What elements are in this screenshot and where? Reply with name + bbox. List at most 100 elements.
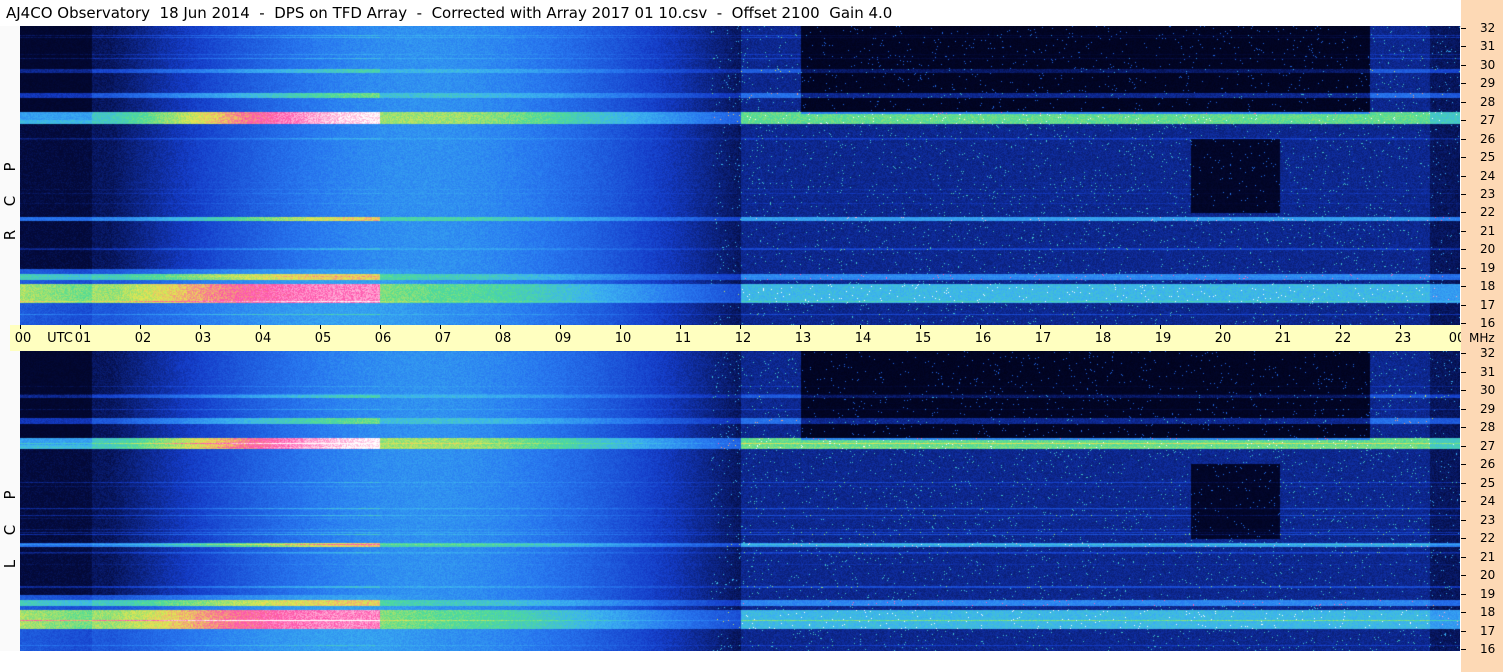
freq-tick-label: 25 [1480, 150, 1496, 165]
freq-tick-mark [1461, 630, 1466, 632]
utc-tick-label: 03 [194, 331, 212, 346]
freq-tick-mark [1461, 304, 1466, 306]
freq-tick-label: 18 [1480, 605, 1496, 619]
freq-tick-label: 18 [1480, 279, 1496, 294]
freq-tick-mark [1461, 556, 1466, 558]
utc-tick-label: 00 [14, 331, 32, 346]
utc-tick-mark [1280, 325, 1281, 329]
utc-tick-label: 12 [734, 331, 752, 346]
freq-tick-label: 25 [1480, 475, 1496, 490]
freq-tick-mark [1461, 28, 1466, 29]
utc-label: UTC [47, 331, 73, 346]
utc-tick-mark [200, 325, 201, 329]
utc-time-axis: 00 01 02 03 04 05 06 07 08 09 10 11 12 13 14 15 16 17 18 19… [10, 325, 1465, 351]
utc-tick-mark [20, 325, 21, 329]
freq-tick-label: 20 [1480, 242, 1496, 257]
freq-tick-mark [1461, 519, 1466, 521]
freq-tick-mark [1461, 286, 1466, 288]
freq-tick-mark [1461, 612, 1466, 613]
freq-tick-mark [1461, 230, 1466, 232]
freq-tick-mark [1461, 501, 1466, 502]
pol-letter-bot-3: P [1, 490, 19, 500]
lcp-spectrogram-panel [20, 351, 1460, 651]
freq-tick-label: 21 [1480, 223, 1496, 238]
utc-tick-mark [1040, 325, 1041, 329]
utc-tick-mark [980, 325, 981, 329]
utc-tick-mark [380, 325, 381, 329]
freq-tick-label: 16 [1480, 316, 1496, 330]
freq-tick-label: 23 [1480, 512, 1496, 527]
freq-tick-label: 29 [1480, 76, 1496, 91]
utc-tick-label: 17 [1034, 331, 1052, 346]
freq-tick-label: 22 [1480, 205, 1496, 220]
freq-tick-mark [1461, 649, 1466, 650]
pol-letter-bot-1: L [1, 559, 19, 569]
freq-tick-label: 28 [1480, 420, 1496, 434]
freq-tick-label: 27 [1480, 113, 1496, 128]
freq-tick-mark [1461, 371, 1466, 373]
utc-tick-label: 06 [374, 331, 392, 346]
utc-tick-label: 21 [1274, 331, 1292, 346]
utc-tick-label: 11 [674, 331, 692, 346]
freq-tick-mark [1461, 390, 1466, 391]
freq-tick-mark [1461, 482, 1466, 484]
utc-tick-mark [1100, 325, 1101, 329]
freq-tick-label: 32 [1480, 346, 1496, 360]
freq-unit-label: MHz [1469, 331, 1495, 345]
freq-tick-mark [1461, 353, 1466, 354]
freq-tick-mark [1461, 464, 1466, 465]
rcp-spectrogram-panel [20, 26, 1460, 325]
freq-tick-mark [1461, 101, 1466, 103]
freq-tick-mark [1461, 427, 1466, 428]
pol-letter-top-2: C [1, 195, 19, 207]
freq-tick-mark [1461, 538, 1466, 539]
freq-tick-label: 21 [1480, 549, 1496, 564]
freq-tick-label: 32 [1480, 21, 1496, 35]
utc-tick-label: 02 [134, 331, 152, 346]
freq-tick-label: 31 [1480, 39, 1496, 54]
freq-tick-label: 31 [1480, 364, 1496, 379]
freq-tick-label: 29 [1480, 401, 1496, 416]
utc-tick-mark [1160, 325, 1161, 329]
freq-tick-mark [1461, 408, 1466, 410]
utc-tick-mark [860, 325, 861, 329]
freq-tick-mark [1461, 175, 1466, 177]
freq-tick-mark [1461, 138, 1466, 140]
bottom-margin [0, 651, 1461, 672]
pol-letter-top-1: R [1, 229, 19, 241]
utc-tick-label: 04 [254, 331, 272, 346]
freq-tick-label: 19 [1480, 260, 1496, 275]
utc-tick-mark [800, 325, 801, 329]
utc-tick-mark [740, 325, 741, 329]
utc-tick-label: 14 [854, 331, 872, 346]
utc-tick-mark [680, 325, 681, 329]
freq-tick-label: 24 [1480, 168, 1496, 183]
freq-tick-label: 19 [1480, 586, 1496, 601]
freq-tick-mark [1461, 445, 1466, 447]
utc-tick-label: 10 [614, 331, 632, 346]
freq-tick-mark [1461, 267, 1466, 269]
utc-tick-label: 16 [974, 331, 992, 346]
utc-tick-label: 23 [1394, 331, 1412, 346]
utc-tick-mark [560, 325, 561, 329]
utc-tick-label: 22 [1334, 331, 1352, 346]
freq-tick-label: 30 [1480, 383, 1496, 397]
utc-tick-label: 19 [1154, 331, 1172, 346]
freq-tick-mark [1461, 83, 1466, 85]
title-bar: AJ4CO Observatory 18 Jun 2014 - DPS on T… [0, 0, 1461, 27]
utc-tick-mark [620, 325, 621, 329]
utc-tick-mark [500, 325, 501, 329]
utc-tick-label: 01 [74, 331, 92, 346]
freq-tick-mark [1461, 593, 1466, 595]
freq-tick-mark [1461, 46, 1466, 48]
pol-letter-bot-2: C [1, 524, 19, 536]
freq-tick-mark [1461, 120, 1466, 122]
freq-tick-label: 17 [1480, 623, 1496, 638]
freq-tick-label: 16 [1480, 642, 1496, 656]
freq-tick-label: 30 [1480, 57, 1496, 72]
utc-tick-mark [440, 325, 441, 329]
utc-tick-label: 08 [494, 331, 512, 346]
pol-letter-top-3: P [1, 162, 19, 172]
freq-tick-label: 28 [1480, 94, 1496, 109]
rcp-spectrogram [20, 26, 1460, 325]
